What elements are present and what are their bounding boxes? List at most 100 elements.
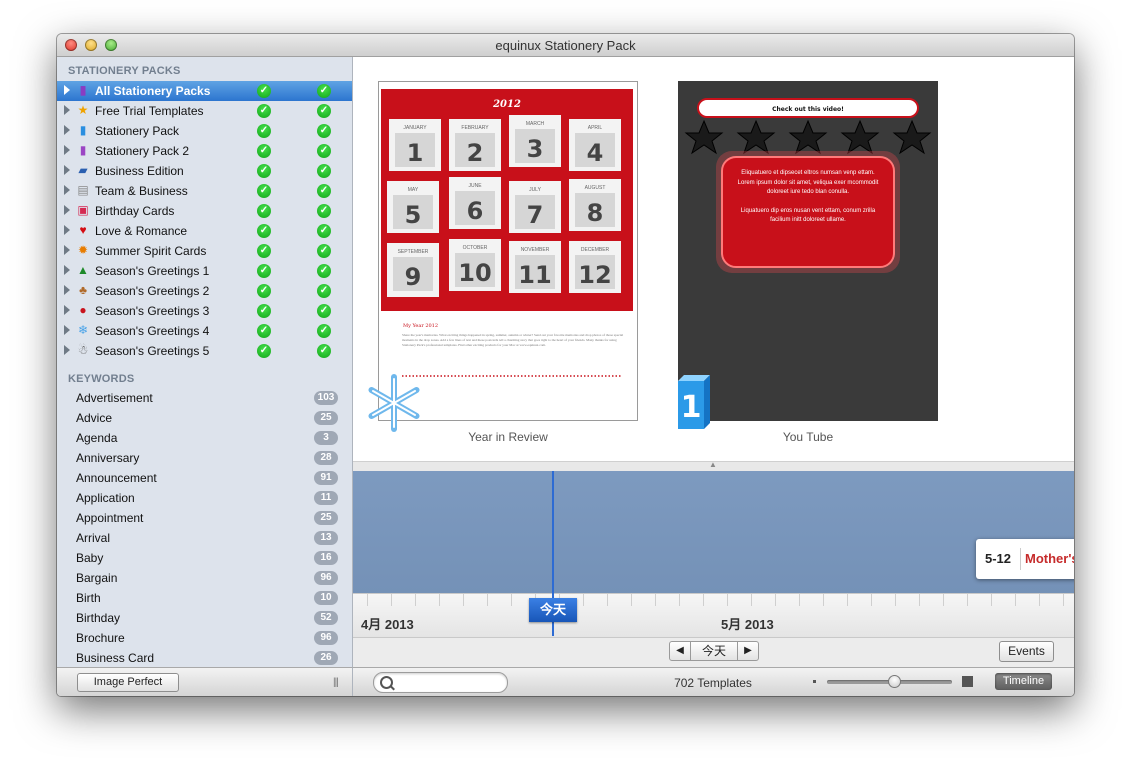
- keyword-row-birthday[interactable]: Birthday 52: [57, 608, 352, 628]
- enabled-check-icon[interactable]: ✓: [317, 164, 331, 178]
- keyword-row-business-card[interactable]: Business Card 26: [57, 648, 352, 667]
- pack-row-free-trial-templates[interactable]: ★ Free Trial Templates ✓ ✓: [57, 101, 352, 121]
- zoom-large-icon: [962, 676, 973, 687]
- pack-row-seasons-greetings-4[interactable]: ❄ Season's Greetings 4 ✓ ✓: [57, 321, 352, 341]
- sidebar-resize-grip[interactable]: |||: [333, 677, 339, 688]
- disclosure-triangle-icon[interactable]: [64, 85, 70, 95]
- disclosure-triangle-icon[interactable]: [64, 205, 70, 215]
- enabled-check-icon[interactable]: ✓: [317, 344, 331, 358]
- keyword-row-application[interactable]: Application 11: [57, 488, 352, 508]
- disclosure-triangle-icon[interactable]: [64, 245, 70, 255]
- keyword-row-anniversary[interactable]: Anniversary 28: [57, 448, 352, 468]
- events-button[interactable]: Events: [999, 641, 1054, 662]
- enabled-check-icon[interactable]: ✓: [317, 324, 331, 338]
- disclosure-triangle-icon[interactable]: [64, 165, 70, 175]
- ruler-tick: [1063, 594, 1064, 606]
- keyword-row-announcement[interactable]: Announcement 91: [57, 468, 352, 488]
- pack-row-summer-spirit-cards[interactable]: ✹ Summer Spirit Cards ✓ ✓: [57, 241, 352, 261]
- pack-row-all-stationery-packs[interactable]: ▮ All Stationery Packs ✓ ✓: [57, 81, 352, 101]
- timeline-track[interactable]: [353, 471, 1074, 593]
- keyword-count-badge: 25: [314, 511, 338, 525]
- pack-row-business-edition[interactable]: ▰ Business Edition ✓ ✓: [57, 161, 352, 181]
- keyword-count-badge: 96: [314, 631, 338, 645]
- previous-arrow-icon[interactable]: ◀: [670, 642, 691, 660]
- installed-check-icon: ✓: [257, 244, 271, 258]
- gift-icon: ▣: [77, 203, 89, 217]
- keyword-count-badge: 91: [314, 471, 338, 485]
- template-year-in-review[interactable]: 2012 JANUARY 1 FEBRUARY 2 MARCH 3 APRIL …: [368, 81, 638, 432]
- image-perfect-button[interactable]: Image Perfect: [77, 673, 179, 692]
- event-card-mothers-day[interactable]: 5-12 Mother's Day: [976, 539, 1074, 579]
- snowman-icon: ☃: [77, 343, 89, 357]
- enabled-check-icon[interactable]: ✓: [317, 284, 331, 298]
- splitter-handle-icon[interactable]: ▲: [709, 460, 717, 469]
- pack-row-love-romance[interactable]: ♥ Love & Romance ✓ ✓: [57, 221, 352, 241]
- month-tile: MAY 5: [387, 181, 439, 233]
- keyword-count-badge: 103: [314, 391, 338, 405]
- disclosure-triangle-icon[interactable]: [64, 105, 70, 115]
- disclosure-triangle-icon[interactable]: [64, 325, 70, 335]
- disclosure-triangle-icon[interactable]: [64, 265, 70, 275]
- keyword-row-advice[interactable]: Advice 25: [57, 408, 352, 428]
- ruler-tick: [967, 594, 968, 606]
- timeline-ruler[interactable]: 4月 2013 5月 2013: [353, 593, 1074, 638]
- template-you-tube[interactable]: Check out this video! Eliquatuero et dip…: [678, 81, 938, 429]
- keyword-row-brochure[interactable]: Brochure 96: [57, 628, 352, 648]
- today-button[interactable]: 今天: [691, 642, 737, 660]
- keyword-label: Application: [76, 491, 135, 505]
- pack-row-seasons-greetings-5[interactable]: ☃ Season's Greetings 5 ✓ ✓: [57, 341, 352, 361]
- keyword-count-badge: 28: [314, 451, 338, 465]
- enabled-check-icon[interactable]: ✓: [317, 304, 331, 318]
- disclosure-triangle-icon[interactable]: [64, 185, 70, 195]
- month-number: 1: [407, 139, 424, 167]
- pack-row-stationery-pack[interactable]: ▮ Stationery Pack ✓ ✓: [57, 121, 352, 141]
- pack-row-team-business[interactable]: ▤ Team & Business ✓ ✓: [57, 181, 352, 201]
- month-label: SEPTEMBER: [398, 249, 429, 255]
- disclosure-triangle-icon[interactable]: [64, 305, 70, 315]
- pack-row-seasons-greetings-1[interactable]: ▲ Season's Greetings 1 ✓ ✓: [57, 261, 352, 281]
- enabled-check-icon[interactable]: ✓: [317, 184, 331, 198]
- next-arrow-icon[interactable]: ▶: [737, 642, 758, 660]
- keyword-count-badge: 16: [314, 551, 338, 565]
- keyword-label: Announcement: [76, 471, 157, 485]
- enabled-check-icon[interactable]: ✓: [317, 204, 331, 218]
- today-marker-badge[interactable]: 今天: [529, 598, 577, 622]
- disclosure-triangle-icon[interactable]: [64, 125, 70, 135]
- enabled-check-icon[interactable]: ✓: [317, 224, 331, 238]
- year-in-review-thumbnail: 2012 JANUARY 1 FEBRUARY 2 MARCH 3 APRIL …: [378, 81, 638, 421]
- search-input[interactable]: [396, 674, 504, 691]
- keyword-row-agenda[interactable]: Agenda 3: [57, 428, 352, 448]
- keyword-row-bargain[interactable]: Bargain 96: [57, 568, 352, 588]
- video-paragraph-1: Eliquatuero et dipsecet eltros numsan ve…: [737, 170, 879, 195]
- keyword-count-badge: 25: [314, 411, 338, 425]
- disclosure-triangle-icon[interactable]: [64, 345, 70, 355]
- keyword-row-arrival[interactable]: Arrival 13: [57, 528, 352, 548]
- zoom-slider-knob[interactable]: [888, 675, 901, 688]
- keyword-row-baby[interactable]: Baby 16: [57, 548, 352, 568]
- pack-row-seasons-greetings-3[interactable]: ● Season's Greetings 3 ✓ ✓: [57, 301, 352, 321]
- enabled-check-icon[interactable]: ✓: [317, 244, 331, 258]
- enabled-check-icon[interactable]: ✓: [317, 124, 331, 138]
- keyword-row-birth[interactable]: Birth 10: [57, 588, 352, 608]
- keyword-label: Brochure: [76, 631, 125, 645]
- pack-label: Season's Greetings 4: [95, 324, 210, 338]
- pack-row-stationery-pack-2[interactable]: ▮ Stationery Pack 2 ✓ ✓: [57, 141, 352, 161]
- keyword-count-badge: 10: [314, 591, 338, 605]
- enabled-check-icon[interactable]: ✓: [317, 264, 331, 278]
- search-field[interactable]: [373, 672, 508, 693]
- disclosure-triangle-icon[interactable]: [64, 285, 70, 295]
- disclosure-triangle-icon[interactable]: [64, 225, 70, 235]
- disclosure-triangle-icon[interactable]: [64, 145, 70, 155]
- enabled-check-icon[interactable]: ✓: [317, 144, 331, 158]
- keyword-row-advertisement[interactable]: Advertisement 103: [57, 388, 352, 408]
- pack-row-birthday-cards[interactable]: ▣ Birthday Cards ✓ ✓: [57, 201, 352, 221]
- pack-row-seasons-greetings-2[interactable]: ♣ Season's Greetings 2 ✓ ✓: [57, 281, 352, 301]
- title-bar: equinux Stationery Pack: [57, 34, 1074, 57]
- ruler-tick: [895, 594, 896, 606]
- pack-label: Stationery Pack 2: [95, 144, 190, 158]
- enabled-check-icon[interactable]: ✓: [317, 104, 331, 118]
- keyword-row-appointment[interactable]: Appointment 25: [57, 508, 352, 528]
- keyword-count-badge: 52: [314, 611, 338, 625]
- timeline-view-button[interactable]: Timeline: [995, 673, 1052, 690]
- enabled-check-icon[interactable]: ✓: [317, 84, 331, 98]
